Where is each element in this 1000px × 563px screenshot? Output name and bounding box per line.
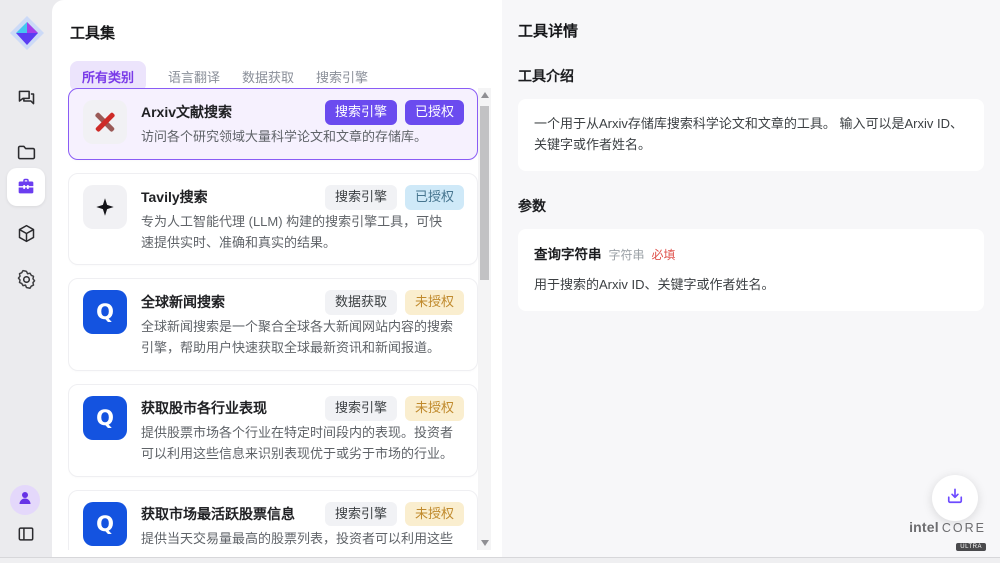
- sidebar-item-settings[interactable]: [7, 260, 45, 298]
- tool-auth-badge: 已授权: [405, 100, 464, 125]
- icon-rail: [0, 0, 52, 563]
- page-title: 工具集: [52, 0, 502, 43]
- intel-core-logo: intel core ultra: [909, 519, 986, 553]
- tool-description: 提供当天交易量最高的股票列表，投资者可以利用这些信息来识别流动性强的股票和潜在的…: [141, 529, 453, 550]
- category-tab[interactable]: 数据获取: [242, 67, 294, 86]
- category-tab[interactable]: 搜索引擎: [316, 67, 368, 86]
- cube-icon: [16, 223, 37, 244]
- intro-box: 一个用于从Arxiv存储库搜索科学论文和文章的工具。 输入可以是Arxiv ID…: [518, 99, 984, 171]
- param-name: 查询字符串: [534, 244, 602, 266]
- tool-card[interactable]: Q 获取市场最活跃股票信息 提供当天交易量最高的股票列表，投资者可以利用这些信息…: [68, 490, 478, 550]
- intro-section-title: 工具介绍: [518, 66, 984, 86]
- detail-title: 工具详情: [518, 20, 984, 41]
- qnews-icon: Q: [83, 290, 127, 334]
- window-bottom-edge: [0, 557, 1000, 563]
- core-wordmark: core: [942, 521, 986, 535]
- scroll-up-arrow-icon[interactable]: [481, 92, 489, 98]
- tavily-icon: [83, 185, 127, 229]
- category-tabs: 所有类别语言翻译数据获取搜索引擎: [52, 43, 502, 92]
- tool-card[interactable]: Q 全球新闻搜索 全球新闻搜索是一个聚合全球各大新闻网站内容的搜索引擎，帮助用户…: [68, 278, 478, 371]
- tool-category-badge: 数据获取: [325, 290, 397, 315]
- folder-icon: [16, 142, 37, 163]
- param-type: 字符串: [609, 246, 645, 265]
- param-description: 用于搜索的Arxiv ID、关键字或作者姓名。: [534, 275, 968, 296]
- scroll-down-arrow-icon[interactable]: [481, 540, 489, 546]
- tool-category-badge: 搜索引擎: [325, 100, 397, 125]
- qnews-icon: Q: [83, 502, 127, 546]
- arxiv-icon: [83, 100, 127, 144]
- scrollbar-thumb[interactable]: [480, 106, 489, 280]
- param-required-flag: 必填: [652, 246, 676, 265]
- param-box: 查询字符串 字符串 必填 用于搜索的Arxiv ID、关键字或作者姓名。: [518, 229, 984, 311]
- app-logo-icon: [8, 14, 46, 52]
- tool-category-badge: 搜索引擎: [325, 185, 397, 210]
- tool-list: Arxiv文献搜索 访问各个研究领域大量科学论文和文章的存储库。 搜索引擎 已授…: [68, 88, 478, 550]
- user-avatar[interactable]: [10, 485, 40, 515]
- sidebar-item-files[interactable]: [7, 133, 45, 171]
- sidebar-item-chat[interactable]: [7, 78, 45, 116]
- tool-auth-badge: 未授权: [405, 290, 464, 315]
- gear-icon: [16, 269, 37, 290]
- tool-auth-badge: 未授权: [405, 502, 464, 527]
- toolbox-icon: [15, 176, 37, 198]
- sidebar-item-models[interactable]: [7, 214, 45, 252]
- panel-toggle-icon: [16, 524, 36, 544]
- tool-description: 提供股票市场各个行业在特定时间段内的表现。投资者可以利用这些信息来识别表现优于或…: [141, 423, 453, 465]
- tool-list-panel: 工具集 所有类别语言翻译数据获取搜索引擎 Arxiv文献搜索 访问各个研究领域大…: [52, 0, 502, 563]
- tool-description: 全球新闻搜索是一个聚合全球各大新闻网站内容的搜索引擎，帮助用户快速获取全球最新资…: [141, 317, 453, 359]
- tool-auth-badge: 未授权: [405, 396, 464, 421]
- download-button[interactable]: [932, 475, 978, 521]
- collapse-panel-button[interactable]: [7, 515, 45, 553]
- tool-description: 专为人工智能代理 (LLM) 构建的搜索引擎工具，可快速提供实时、准确和真实的结…: [141, 212, 453, 254]
- category-tab[interactable]: 语言翻译: [168, 67, 220, 86]
- tool-card[interactable]: Tavily搜索 专为人工智能代理 (LLM) 构建的搜索引擎工具，可快速提供实…: [68, 173, 478, 266]
- tool-card[interactable]: Arxiv文献搜索 访问各个研究领域大量科学论文和文章的存储库。 搜索引擎 已授…: [68, 88, 478, 160]
- tool-category-badge: 搜索引擎: [325, 502, 397, 527]
- tool-category-badge: 搜索引擎: [325, 396, 397, 421]
- tool-detail-panel: 工具详情 工具介绍 一个用于从Arxiv存储库搜索科学论文和文章的工具。 输入可…: [502, 0, 1000, 563]
- chat-icon: [16, 87, 37, 108]
- download-icon: [945, 486, 965, 511]
- tool-description: 访问各个研究领域大量科学论文和文章的存储库。: [141, 127, 427, 148]
- intel-wordmark: intel: [909, 519, 939, 535]
- scrollbar-track[interactable]: [478, 88, 491, 550]
- tool-card[interactable]: Q 获取股市各行业表现 提供股票市场各个行业在特定时间段内的表现。投资者可以利用…: [68, 384, 478, 477]
- params-section-title: 参数: [518, 196, 984, 216]
- qnews-icon: Q: [83, 396, 127, 440]
- sidebar-item-toolbox[interactable]: [7, 168, 45, 206]
- user-icon: [17, 490, 33, 511]
- ultra-badge: ultra: [956, 543, 986, 551]
- tool-auth-badge: 已授权: [405, 185, 464, 210]
